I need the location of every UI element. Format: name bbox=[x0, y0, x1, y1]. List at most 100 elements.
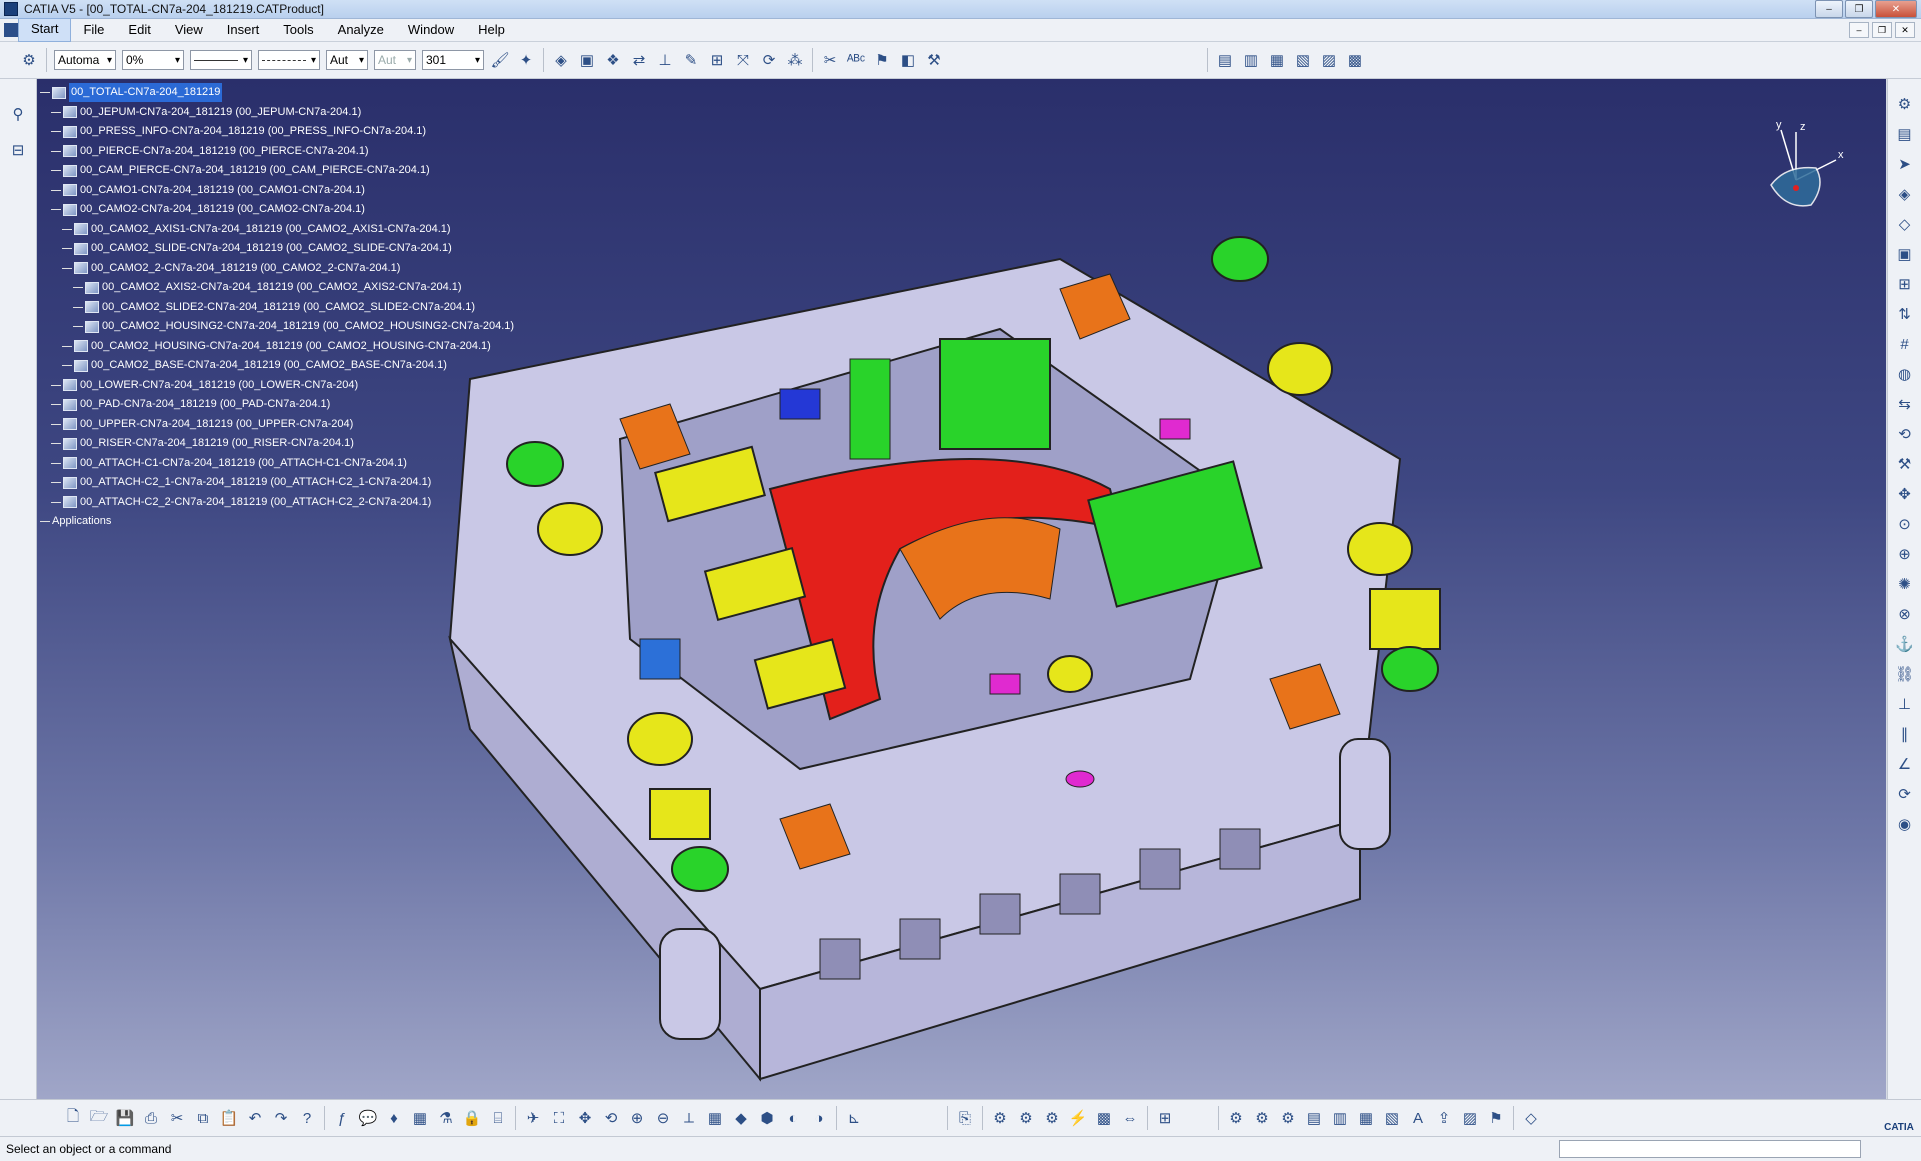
properties-icon[interactable]: ✦ bbox=[515, 49, 537, 71]
tree-node[interactable]: 00_CAMO2-CN7a-204_181219 (00_CAMO2-CN7a-… bbox=[40, 200, 514, 220]
bom-list-icon[interactable]: ▥ bbox=[1240, 49, 1262, 71]
menu-start[interactable]: Start bbox=[18, 18, 72, 42]
workbench-switch-icon[interactable]: ⚙ bbox=[1894, 93, 1916, 115]
copy-icon[interactable]: ⧉ bbox=[192, 1107, 214, 1129]
zoom-in-icon[interactable]: ⊕ bbox=[626, 1107, 648, 1129]
joint-icon[interactable]: ⚙ bbox=[1015, 1107, 1037, 1129]
tree-node[interactable]: 00_ATTACH-C2_1-CN7a-204_181219 (00_ATTAC… bbox=[40, 473, 514, 493]
tree-node[interactable]: 00_ATTACH-C2_2-CN7a-204_181219 (00_ATTAC… bbox=[40, 493, 514, 513]
maximize-button[interactable]: ❐ bbox=[1845, 0, 1873, 18]
simulation-icon[interactable]: ⚙ bbox=[1041, 1107, 1063, 1129]
distance-icon[interactable]: ⇔ bbox=[1119, 1107, 1141, 1129]
angle-icon[interactable]: ∠ bbox=[1894, 753, 1916, 775]
text-icon[interactable]: A bbox=[1407, 1107, 1429, 1129]
smart-move-icon[interactable]: ⊕ bbox=[1894, 543, 1916, 565]
stop-clash-icon[interactable]: ⊗ bbox=[1894, 603, 1916, 625]
paint-brush-icon[interactable]: 🖌 bbox=[489, 49, 511, 71]
menu-edit[interactable]: Edit bbox=[116, 19, 162, 41]
list-icon[interactable]: ▧ bbox=[1381, 1107, 1403, 1129]
explode-tool-icon[interactable]: ✺ bbox=[1894, 573, 1916, 595]
tree-node[interactable]: 00_CAMO2_HOUSING2-CN7a-204_181219 (00_CA… bbox=[40, 317, 514, 337]
menu-window[interactable]: Window bbox=[396, 19, 466, 41]
measure-icon[interactable]: ✂ bbox=[819, 49, 841, 71]
multi-instantiate-icon[interactable]: ⁂ bbox=[784, 49, 806, 71]
layer-number-select[interactable]: 301 bbox=[422, 50, 484, 70]
reaction-icon[interactable]: ▦ bbox=[1355, 1107, 1377, 1129]
transparency-select[interactable]: 0% bbox=[122, 50, 184, 70]
export-icon[interactable]: ⇪ bbox=[1433, 1107, 1455, 1129]
tree-node[interactable]: 00_CAMO2_SLIDE-CN7a-204_181219 (00_CAMO2… bbox=[40, 239, 514, 259]
catalog-browser-icon[interactable]: ◍ bbox=[1894, 363, 1916, 385]
iso-view-icon[interactable]: ◆ bbox=[730, 1107, 752, 1129]
section-icon[interactable]: ◧ bbox=[897, 49, 919, 71]
move-icon[interactable]: ✥ bbox=[1894, 483, 1916, 505]
menu-insert[interactable]: Insert bbox=[215, 19, 272, 41]
pdf-icon[interactable]: ▤ bbox=[1894, 123, 1916, 145]
comment-icon[interactable]: 💬 bbox=[357, 1107, 379, 1129]
menu-help[interactable]: Help bbox=[466, 19, 517, 41]
kinematics-icon[interactable]: ⚙ bbox=[989, 1107, 1011, 1129]
tree-node[interactable]: 00_ATTACH-C1-CN7a-204_181219 (00_ATTACH-… bbox=[40, 454, 514, 474]
doc-minimize-button[interactable]: ‒ bbox=[1849, 22, 1869, 38]
snap-tool-icon[interactable]: ⊙ bbox=[1894, 513, 1916, 535]
fix-icon[interactable]: ⚓ bbox=[1894, 633, 1916, 655]
save-icon[interactable]: 💾 bbox=[114, 1107, 136, 1129]
snap-icon[interactable]: ✎ bbox=[680, 49, 702, 71]
bolt-tool-icon[interactable]: ⚒ bbox=[1894, 453, 1916, 475]
catia-app-icon[interactable] bbox=[4, 2, 18, 16]
formula-icon[interactable]: ƒ bbox=[331, 1107, 353, 1129]
tree-node[interactable]: 00_RISER-CN7a-204_181219 (00_RISER-CN7a-… bbox=[40, 434, 514, 454]
new-part-icon[interactable]: ▣ bbox=[1894, 243, 1916, 265]
product-icon[interactable]: ◈ bbox=[1894, 183, 1916, 205]
clash-icon[interactable]: ⟳ bbox=[758, 49, 780, 71]
component-icon[interactable]: ❖ bbox=[602, 49, 624, 71]
param-link-icon[interactable]: ⚙ bbox=[1277, 1107, 1299, 1129]
tree-node[interactable]: 00_JEPUM-CN7a-204_181219 (00_JEPUM-CN7a-… bbox=[40, 103, 514, 123]
menu-tools[interactable]: Tools bbox=[271, 19, 325, 41]
save-management-icon[interactable]: ▧ bbox=[1292, 49, 1314, 71]
bom-icon[interactable]: ▤ bbox=[1214, 49, 1236, 71]
tree-node[interactable]: 00_CAMO2_SLIDE2-CN7a-204_181219 (00_CAMO… bbox=[40, 298, 514, 318]
reset-position-icon[interactable]: ⟲ bbox=[1894, 423, 1916, 445]
linetype-select[interactable] bbox=[190, 50, 252, 70]
tree-scale-icon[interactable]: ⊟ bbox=[7, 139, 29, 161]
layer-filter-icon[interactable]: ◇ bbox=[1520, 1107, 1542, 1129]
tree-node[interactable]: 00_CAMO1-CN7a-204_181219 (00_CAMO1-CN7a-… bbox=[40, 181, 514, 201]
macro-icon[interactable]: ⚗ bbox=[435, 1107, 457, 1129]
param-edit-icon[interactable]: ⚙ bbox=[1251, 1107, 1273, 1129]
menu-view[interactable]: View bbox=[163, 19, 215, 41]
assembly-icon[interactable]: ◈ bbox=[550, 49, 572, 71]
rotate-icon[interactable]: ⟲ bbox=[600, 1107, 622, 1129]
part-icon[interactable]: ▣ bbox=[576, 49, 598, 71]
zoom-out-icon[interactable]: ⊖ bbox=[652, 1107, 674, 1129]
reorder-icon[interactable]: ⇅ bbox=[1894, 303, 1916, 325]
clash-analysis-icon[interactable]: ⚡ bbox=[1067, 1107, 1089, 1129]
print-icon[interactable]: ⎙ bbox=[140, 1107, 162, 1129]
paste-icon[interactable]: 📋 bbox=[218, 1107, 240, 1129]
bolt-icon[interactable]: ▦ bbox=[1266, 49, 1288, 71]
layer-select[interactable]: Automa bbox=[54, 50, 116, 70]
swap-space-icon[interactable]: ◑ bbox=[808, 1107, 830, 1129]
calculator-icon[interactable]: ▨ bbox=[1318, 49, 1340, 71]
thickness-select[interactable]: Aut bbox=[326, 50, 368, 70]
design-table-icon[interactable]: ⌸ bbox=[487, 1107, 509, 1129]
tree-node[interactable]: 00_PAD-CN7a-204_181219 (00_PAD-CN7a-204.… bbox=[40, 395, 514, 415]
point-style-select[interactable]: Aut bbox=[374, 50, 416, 70]
tree-root-node[interactable]: 00_TOTAL-CN7a-204_181219 bbox=[40, 83, 514, 103]
compass-widget[interactable]: y z x bbox=[1756, 110, 1846, 220]
print-screen-icon[interactable]: ⎘ bbox=[954, 1107, 976, 1129]
command-input[interactable] bbox=[1559, 1140, 1861, 1158]
replace-icon[interactable]: ⇄ bbox=[628, 49, 650, 71]
table-icon[interactable]: ▦ bbox=[409, 1107, 431, 1129]
tree-node[interactable]: 00_CAM_PIERCE-CN7a-204_181219 (00_CAM_PI… bbox=[40, 161, 514, 181]
check-icon[interactable]: ▥ bbox=[1329, 1107, 1351, 1129]
line-style-select[interactable] bbox=[258, 50, 320, 70]
tag-icon[interactable]: ⚑ bbox=[1485, 1107, 1507, 1129]
menu-file[interactable]: File bbox=[71, 19, 116, 41]
flexible-icon[interactable]: ⇆ bbox=[1894, 393, 1916, 415]
flag-note-icon[interactable]: ⚑ bbox=[871, 49, 893, 71]
param-icon[interactable]: ⚙ bbox=[1225, 1107, 1247, 1129]
undo-icon[interactable]: ↶ bbox=[244, 1107, 266, 1129]
hide-show-icon[interactable]: ◐ bbox=[782, 1107, 804, 1129]
sectioning-icon[interactable]: ▩ bbox=[1093, 1107, 1115, 1129]
